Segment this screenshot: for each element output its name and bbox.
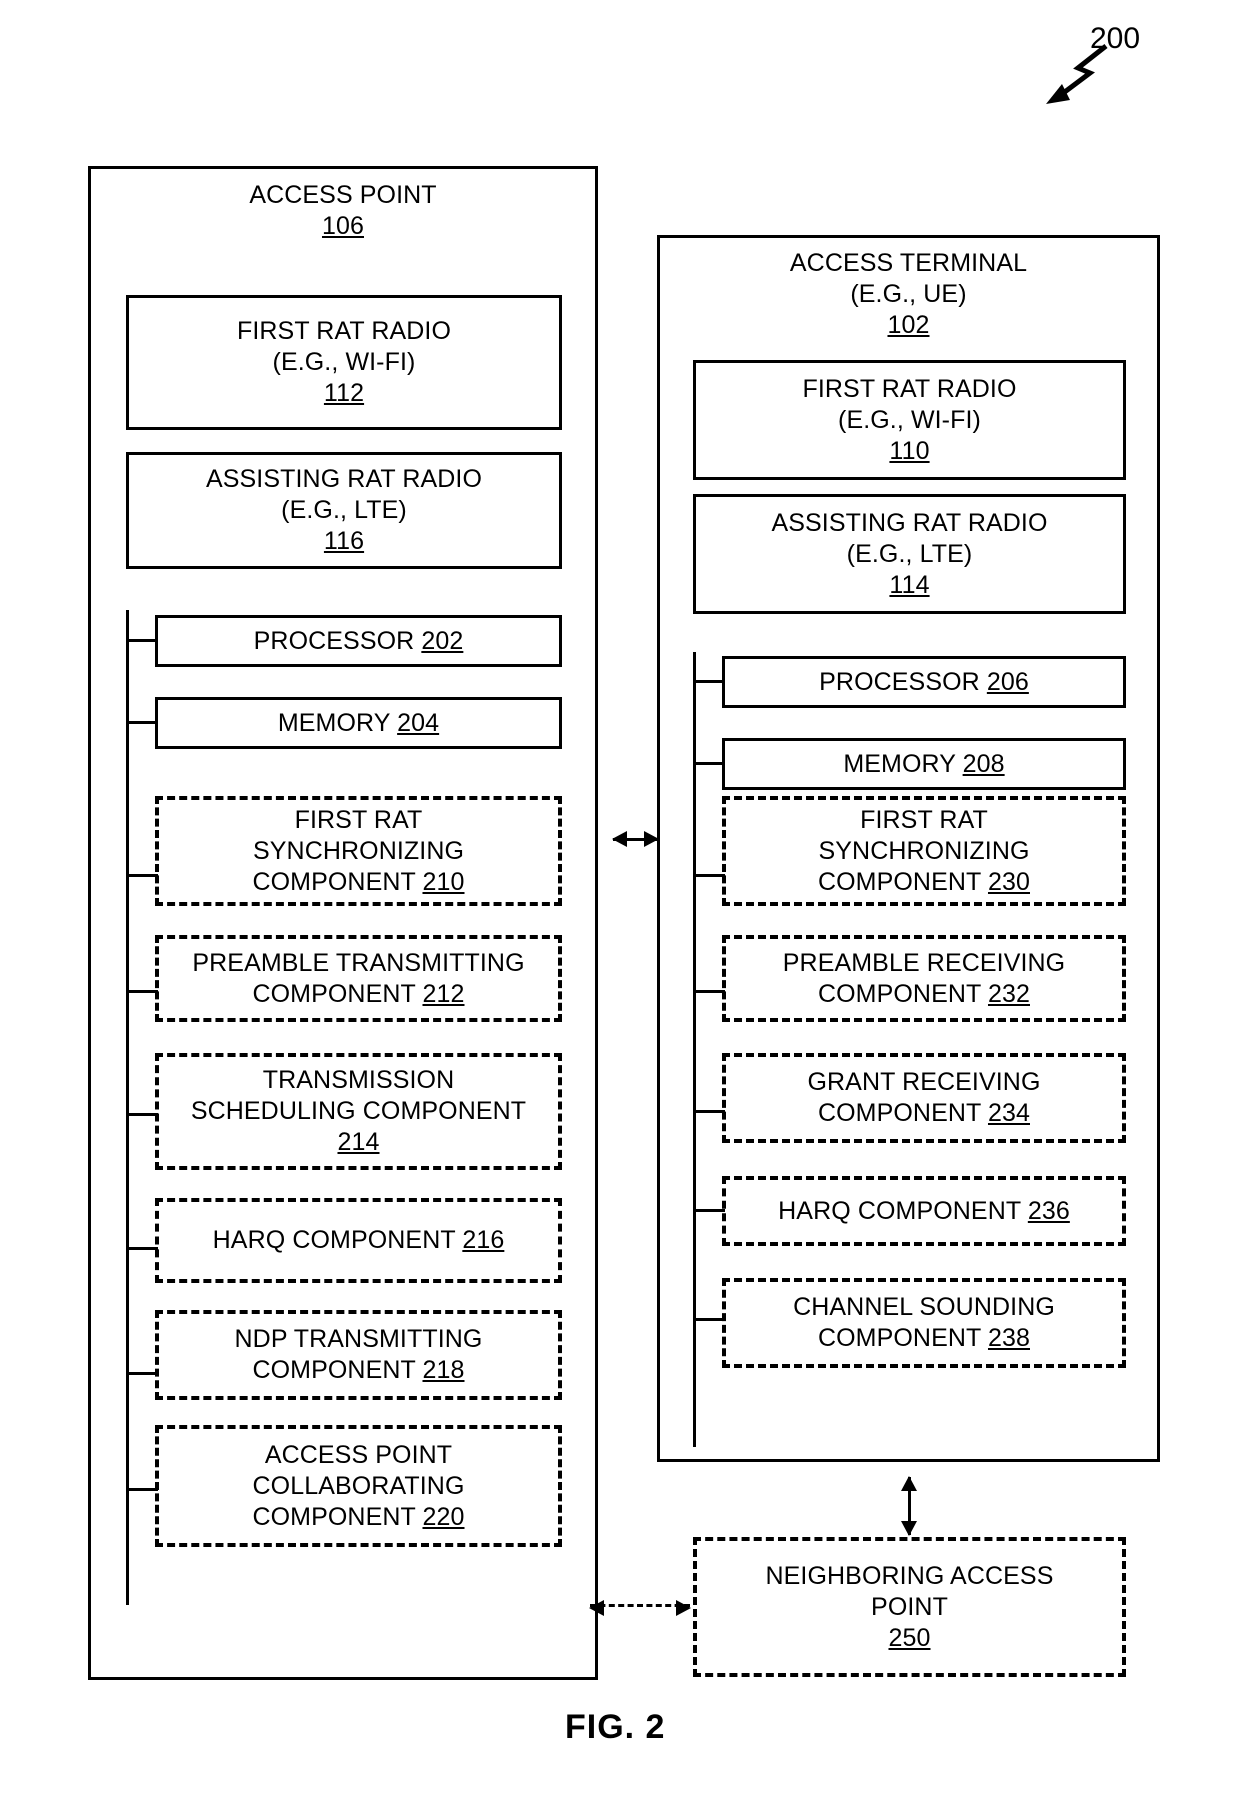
at-bus-line xyxy=(693,652,696,1447)
ap-block-processor: PROCESSOR 202 xyxy=(155,615,562,667)
ap-collaborating-neighboring-ap-link-arrow xyxy=(589,1600,691,1616)
at-neighboring-ap-link-arrow xyxy=(901,1476,917,1536)
at-block-memory: MEMORY 208 xyxy=(722,738,1126,790)
ap-stub-collaborating xyxy=(126,1488,158,1491)
ap-block-first-rat-radio: FIRST RAT RADIO (E.G., WI-FI) 112 xyxy=(126,295,562,430)
ap-block-memory: MEMORY 204 xyxy=(155,697,562,749)
at-stub-grant-rx xyxy=(693,1110,725,1113)
ap-stub-processor xyxy=(126,639,158,642)
ap-block-transmission-scheduling-component: TRANSMISSION SCHEDULING COMPONENT 214 xyxy=(155,1053,562,1170)
ap-at-link-arrow xyxy=(612,831,659,847)
access-point-title: ACCESS POINT 106 xyxy=(249,181,437,240)
ap-stub-harq xyxy=(126,1247,158,1250)
access-terminal-title: ACCESS TERMINAL (E.G., UE) 102 xyxy=(789,249,1028,339)
ap-stub-preamble-tx xyxy=(126,990,158,993)
at-block-first-rat-radio: FIRST RAT RADIO (E.G., WI-FI) 110 xyxy=(693,360,1126,480)
ap-block-preamble-transmitting-component: PREAMBLE TRANSMITTING COMPONENT 212 xyxy=(155,935,562,1022)
at-block-channel-sounding-component: CHANNEL SOUNDING COMPONENT 238 xyxy=(722,1278,1126,1368)
figure-canvas: 200 ACCESS POINT 106 FIRST RAT RADIO (E.… xyxy=(0,0,1240,1793)
ap-block-access-point-collaborating-component: ACCESS POINT COLLABORATING COMPONENT 220 xyxy=(155,1425,562,1547)
ap-bus-line xyxy=(126,610,129,1605)
at-stub-first-rat-sync xyxy=(693,874,725,877)
at-stub-processor xyxy=(693,680,725,683)
at-stub-harq xyxy=(693,1209,725,1212)
ap-stub-tx-scheduling xyxy=(126,1113,158,1116)
callout-lightning-arrow xyxy=(1046,44,1108,104)
ap-block-ndp-transmitting-component: NDP TRANSMITTING COMPONENT 218 xyxy=(155,1310,562,1400)
neighboring-access-point-container: NEIGHBORING ACCESS POINT 250 xyxy=(693,1537,1126,1677)
at-stub-preamble-rx xyxy=(693,990,725,993)
ap-stub-ndp-tx xyxy=(126,1372,158,1375)
at-stub-memory xyxy=(693,762,725,765)
at-block-first-rat-synchronizing-component: FIRST RAT SYNCHRONIZING COMPONENT 230 xyxy=(722,796,1126,906)
at-block-assisting-rat-radio: ASSISTING RAT RADIO (E.G., LTE) 114 xyxy=(693,494,1126,614)
ap-block-harq-component: HARQ COMPONENT 216 xyxy=(155,1198,562,1283)
at-block-grant-receiving-component: GRANT RECEIVING COMPONENT 234 xyxy=(722,1053,1126,1143)
ap-stub-memory xyxy=(126,721,158,724)
figure-label: FIG. 2 xyxy=(565,1708,666,1746)
at-stub-channel-sounding xyxy=(693,1318,725,1321)
at-block-processor: PROCESSOR 206 xyxy=(722,656,1126,708)
at-block-harq-component: HARQ COMPONENT 236 xyxy=(722,1176,1126,1246)
ap-block-first-rat-synchronizing-component: FIRST RAT SYNCHRONIZING COMPONENT 210 xyxy=(155,796,562,906)
ap-stub-first-rat-sync xyxy=(126,874,158,877)
at-block-preamble-receiving-component: PREAMBLE RECEIVING COMPONENT 232 xyxy=(722,935,1126,1022)
ap-block-assisting-rat-radio: ASSISTING RAT RADIO (E.G., LTE) 116 xyxy=(126,452,562,569)
